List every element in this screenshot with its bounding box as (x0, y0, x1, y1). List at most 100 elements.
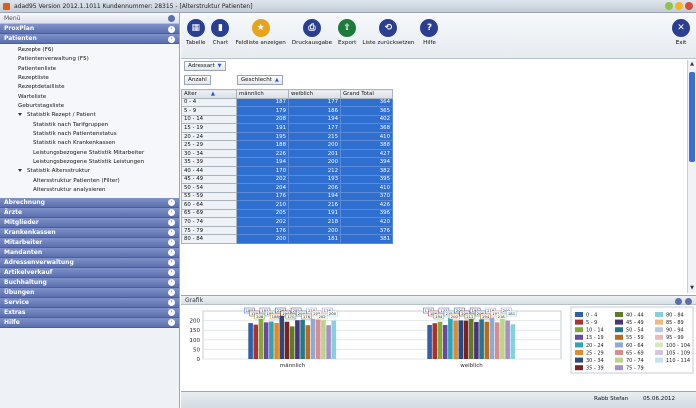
chart-bar[interactable] (300, 319, 305, 359)
table-cell[interactable]: 191 (288, 208, 341, 219)
table-cell[interactable]: 364 (340, 97, 393, 108)
table-cell[interactable]: 410 (340, 131, 393, 142)
sidebar-item[interactable]: Rezepte (F6) (0, 46, 179, 55)
row-field-header[interactable]: Alter ▲ (181, 89, 237, 99)
sidebar-section[interactable]: Artikelverkauf › (0, 267, 179, 278)
close-window-button[interactable] (685, 2, 693, 10)
chart-bar[interactable] (289, 326, 295, 359)
table-cell[interactable]: 410 (340, 183, 393, 193)
table-cell[interactable]: 170 (236, 165, 289, 176)
toolbar-button[interactable]: ⟲ Liste zurücksetzen (362, 19, 414, 46)
sidebar-section[interactable]: Hilfe › (0, 317, 179, 328)
chart-bar[interactable] (510, 324, 516, 359)
sidebar-section[interactable]: Ärzte › (0, 207, 179, 218)
chart-bar[interactable] (326, 325, 331, 359)
chart-bar[interactable] (494, 322, 500, 359)
table-cell[interactable]: 177 (288, 123, 341, 133)
column-header[interactable]: weiblich (288, 89, 341, 99)
toolbar-button[interactable]: ★ Feldliste anzeigen (235, 19, 286, 46)
row-header[interactable]: 25 - 29 (181, 140, 237, 150)
toolbar-button[interactable]: ⇪ Export (338, 19, 356, 46)
sidebar-item[interactable]: Altersstruktur Patienten (Filter) (0, 177, 179, 186)
table-cell[interactable]: 215 (288, 131, 341, 142)
chart-bar[interactable] (453, 320, 458, 359)
table-cell[interactable]: 200 (288, 225, 341, 236)
sidebar-item[interactable]: Patientenliste (0, 65, 179, 74)
chart-bar[interactable] (263, 322, 269, 359)
table-cell[interactable]: 177 (288, 97, 341, 108)
table-cell[interactable]: 395 (340, 174, 393, 185)
table-cell[interactable]: 381 (340, 234, 393, 244)
sidebar-section[interactable]: Mitarbeiter › (0, 237, 179, 248)
table-cell[interactable]: 194 (288, 191, 341, 202)
chart-bar[interactable] (437, 321, 443, 359)
chart-bar[interactable] (279, 315, 285, 359)
chart-bar[interactable] (321, 320, 326, 359)
sidebar-section[interactable]: Adressenverwaltung › (0, 257, 179, 268)
row-header[interactable]: 65 - 69 (181, 208, 237, 219)
toolbar-button[interactable]: ⎙ Druckausgabe (292, 19, 332, 46)
table-cell[interactable]: 226 (236, 148, 289, 159)
table-cell[interactable]: 216 (288, 200, 341, 210)
chart-bar[interactable] (310, 318, 316, 359)
table-cell[interactable]: 370 (340, 191, 393, 202)
table-cell[interactable]: 194 (236, 157, 289, 167)
row-header[interactable]: 70 - 74 (181, 217, 237, 227)
row-header[interactable]: 10 - 14 (181, 114, 237, 125)
toolbar-button[interactable]: ▦ Tabelle (186, 19, 205, 46)
sidebar-section[interactable]: Mandanten › (0, 247, 179, 258)
sidebar-item[interactable]: Geburtstagsliste (0, 102, 179, 111)
chart-bar[interactable] (468, 318, 474, 359)
row-header[interactable]: 15 - 19 (181, 123, 237, 133)
sidebar-section[interactable]: Patienten › (0, 34, 179, 44)
table-cell[interactable]: 218 (288, 217, 341, 227)
chart-bar[interactable] (484, 321, 490, 359)
chart-bar[interactable] (458, 320, 464, 359)
sidebar-section[interactable]: Abrechnung › (0, 197, 179, 208)
exit-button[interactable]: ✕ Exit (672, 19, 690, 46)
row-header[interactable]: 20 - 24 (181, 131, 237, 142)
minimize-button[interactable] (665, 2, 673, 10)
row-header[interactable]: 50 - 54 (181, 183, 237, 193)
row-header[interactable]: 30 - 34 (181, 148, 237, 159)
table-cell[interactable]: 208 (236, 114, 289, 125)
sidebar-section[interactable]: Krankenkassen › (0, 227, 179, 238)
table-cell[interactable]: 426 (340, 200, 393, 210)
table-cell[interactable]: 193 (288, 174, 341, 185)
vertical-scrollbar[interactable]: ▲ ▼ (687, 60, 696, 293)
chart-bar[interactable] (274, 322, 279, 359)
sidebar-item[interactable]: Leistungsbezogene Statistik Leistungen (0, 158, 179, 167)
column-header[interactable]: Grand Total (340, 89, 393, 99)
sidebar-section[interactable]: Übungen › (0, 287, 179, 298)
table-cell[interactable]: 376 (340, 225, 393, 236)
sidebar-section[interactable]: Buchhaltung › (0, 277, 179, 288)
sidebar-item[interactable]: Statistik Rezept / Patient (0, 111, 179, 120)
toolbar-button[interactable]: ▮ Chart (211, 19, 230, 46)
row-header[interactable]: 45 - 49 (181, 174, 237, 185)
chart-close-icon[interactable] (685, 297, 692, 305)
table-cell[interactable]: 200 (288, 157, 341, 167)
table-cell[interactable]: 200 (288, 140, 341, 150)
chart-bar[interactable] (500, 317, 505, 359)
row-header[interactable]: 75 - 79 (181, 225, 237, 236)
row-header[interactable]: 35 - 39 (181, 157, 237, 167)
table-cell[interactable]: 187 (236, 97, 289, 108)
table-cell[interactable]: 212 (288, 165, 341, 176)
table-cell[interactable]: 205 (236, 208, 289, 219)
filter-field-button[interactable]: Adressart ▼ (184, 61, 226, 71)
chart-bar[interactable] (463, 320, 469, 359)
chart-bar[interactable] (479, 319, 484, 359)
row-header[interactable]: 0 - 4 (181, 97, 237, 108)
chart-bar[interactable] (315, 319, 321, 359)
table-cell[interactable]: 202 (236, 174, 289, 185)
chart-bar[interactable] (295, 320, 300, 359)
data-field-button[interactable]: Anzahl (184, 75, 211, 85)
table-cell[interactable]: 181 (288, 234, 341, 244)
table-cell[interactable]: 188 (236, 140, 289, 150)
chart-bar[interactable] (505, 320, 510, 359)
table-cell[interactable]: 420 (340, 217, 393, 227)
chart-bar[interactable] (305, 325, 311, 359)
table-cell[interactable]: 402 (340, 114, 393, 125)
maximize-button[interactable] (675, 2, 683, 10)
table-cell[interactable]: 394 (340, 157, 393, 167)
